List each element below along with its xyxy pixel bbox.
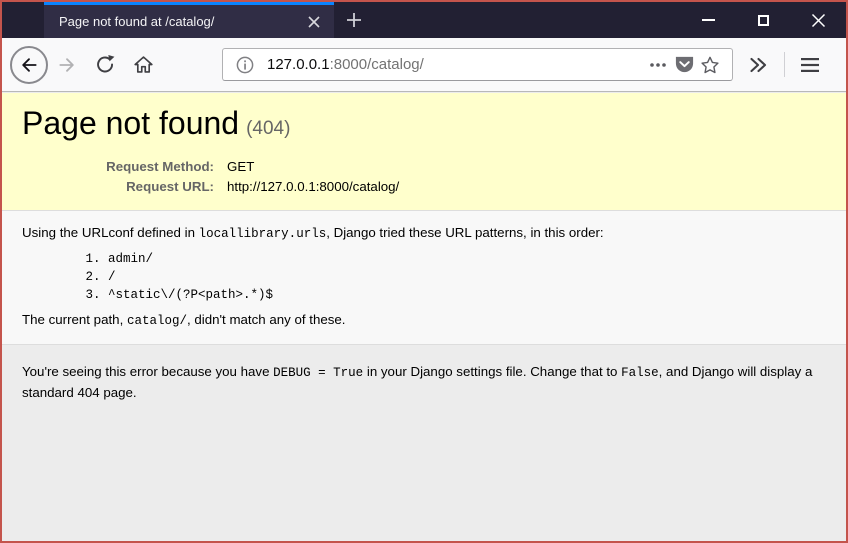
- explanation-text: in your Django settings file. Change tha…: [363, 364, 622, 379]
- list-item: /: [108, 268, 826, 286]
- forward-icon[interactable]: [48, 46, 86, 84]
- toolbar-separator: [784, 52, 785, 77]
- tab-close-icon[interactable]: [302, 10, 326, 34]
- bookmark-star-icon[interactable]: [697, 52, 723, 78]
- pocket-icon[interactable]: [671, 52, 697, 78]
- urlconf-intro-text: Using the URLconf defined in: [22, 225, 199, 240]
- explanation-text: You're seeing this error because you hav…: [22, 364, 274, 379]
- new-tab-icon[interactable]: [340, 7, 368, 33]
- debug-false-code: False: [621, 366, 659, 380]
- url-path: :8000/catalog/: [329, 56, 424, 73]
- list-item: admin/: [108, 250, 826, 268]
- window-controls: [681, 2, 846, 38]
- tab-title: Page not found at /catalog/: [59, 14, 215, 29]
- request-url-label: Request URL:: [126, 179, 214, 194]
- debug-explanation: You're seeing this error because you hav…: [2, 345, 846, 421]
- table-row: Request URL: http://127.0.0.1:8000/catal…: [22, 177, 403, 197]
- url-host: 127.0.0.1: [267, 56, 330, 73]
- browser-tab[interactable]: Page not found at /catalog/: [44, 2, 334, 38]
- url-input[interactable]: 127.0.0.1:8000/catalog/: [267, 56, 645, 73]
- status-code: (404): [246, 118, 291, 139]
- page-actions-dots-icon[interactable]: [645, 52, 671, 78]
- urlconf-intro: Using the URLconf defined in locallibrar…: [22, 224, 826, 244]
- url-bar[interactable]: 127.0.0.1:8000/catalog/: [222, 48, 733, 81]
- urlconf-module: locallibrary.urls: [198, 227, 327, 241]
- site-info-icon[interactable]: [232, 52, 258, 78]
- request-method-value: GET: [227, 159, 255, 174]
- maximize-icon[interactable]: [736, 2, 791, 38]
- current-path-value: catalog/: [126, 313, 187, 328]
- page-content: Page not found (404) Request Method: GET …: [2, 93, 846, 541]
- list-item: ^static\/(?P<path>.*)$: [108, 286, 826, 304]
- page-title: Page not found (404): [22, 105, 826, 142]
- urlconf-intro-tail: , Django tried these URL patterns, in th…: [326, 225, 604, 240]
- request-method-label: Request Method:: [106, 159, 214, 174]
- error-summary: Page not found (404) Request Method: GET …: [2, 93, 846, 211]
- request-url-value: http://127.0.0.1:8000/catalog/: [227, 179, 400, 194]
- back-icon[interactable]: [10, 45, 48, 84]
- home-icon[interactable]: [124, 46, 162, 84]
- table-row: Request Method: GET: [22, 157, 403, 177]
- hamburger-menu-icon[interactable]: [792, 46, 828, 84]
- titlebar: Page not found at /catalog/: [2, 2, 846, 38]
- page-title-text: Page not found: [22, 105, 240, 141]
- close-icon[interactable]: [791, 2, 846, 38]
- url-pattern-list: admin/ / ^static\/(?P<path>.*)$: [68, 250, 826, 304]
- current-path-text: The current path,: [22, 311, 127, 327]
- refresh-icon[interactable]: [86, 46, 124, 84]
- urlconf-info: Using the URLconf defined in locallibrar…: [2, 211, 846, 345]
- current-path-tail: , didn't match any of these.: [186, 311, 346, 327]
- request-meta-table: Request Method: GET Request URL: http://…: [22, 157, 403, 197]
- current-path-line: The current path, catalog/, didn't match…: [22, 311, 826, 331]
- debug-true-code: DEBUG = True: [273, 366, 364, 380]
- minimize-icon[interactable]: [681, 2, 736, 38]
- browser-window: Page not found at /catalog/ 127.0.0.1:80…: [0, 0, 848, 543]
- overflow-chevrons-icon[interactable]: [741, 46, 775, 84]
- nav-toolbar: 127.0.0.1:8000/catalog/: [2, 38, 846, 92]
